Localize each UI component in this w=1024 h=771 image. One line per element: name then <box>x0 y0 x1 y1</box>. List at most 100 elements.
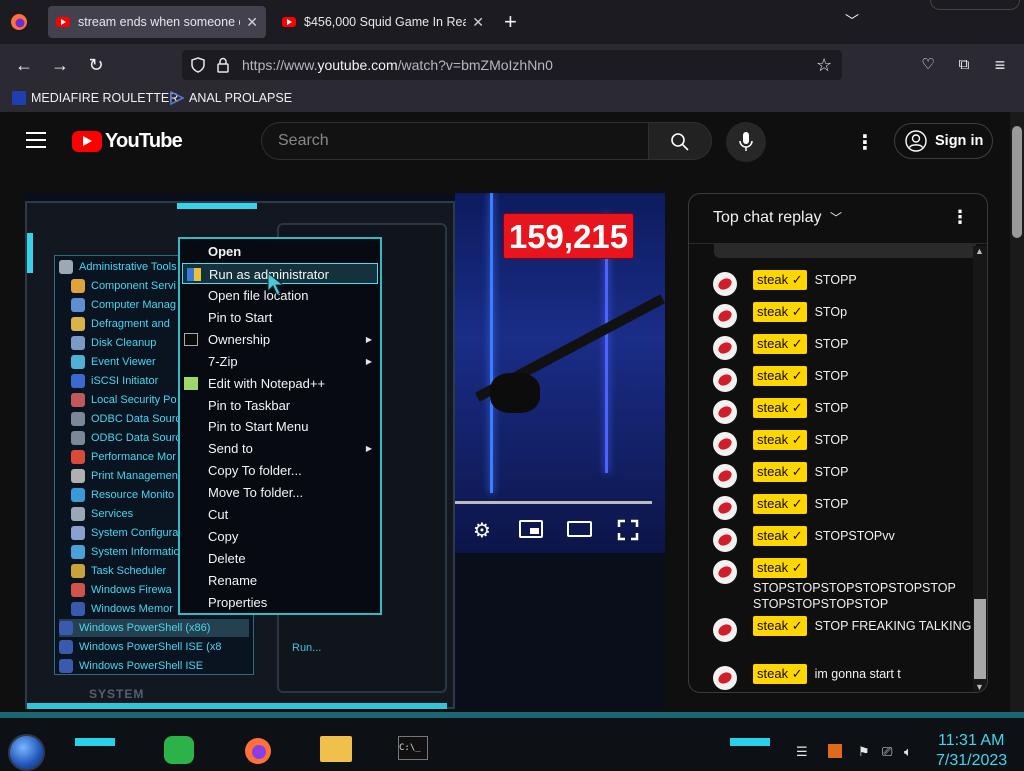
show-desktop-icon[interactable]: ☰ <box>796 744 808 760</box>
chat-avatar-steak-icon[interactable] <box>713 432 737 456</box>
new-tab-button[interactable]: + <box>504 9 517 35</box>
reload-icon[interactable]: ↻ <box>82 52 110 78</box>
forward-arrow-icon[interactable]: → <box>46 52 74 78</box>
chat-message[interactable]: steak ✓ STOP <box>713 398 979 424</box>
admin-tool-item[interactable]: Services <box>71 505 133 523</box>
volume-icon[interactable]: 🔈︎ <box>904 744 912 760</box>
clock-date[interactable]: 7/31/2023 <box>936 752 1007 770</box>
chat-avatar-steak-icon[interactable] <box>713 304 737 328</box>
chat-message[interactable]: steak ✓ STOP <box>713 494 979 520</box>
chat-avatar-steak-icon[interactable] <box>713 272 737 296</box>
admin-tool-item[interactable]: ODBC Data Sourc <box>71 410 181 428</box>
chat-author-badge[interactable]: steak ✓ <box>753 462 807 482</box>
action-center-flag-icon[interactable]: ⚑ <box>858 744 870 760</box>
chat-author-badge[interactable]: steak ✓ <box>753 302 807 322</box>
bookmark-second[interactable]: ANAL PROLAPSE <box>170 91 292 105</box>
context-menu-item[interactable]: Copy To folder... <box>180 460 380 481</box>
admin-tools-header[interactable]: Administrative Tools <box>59 258 177 276</box>
taskbar-command-prompt-icon[interactable]: C:\_ <box>398 736 428 760</box>
chat-message[interactable]: steak ✓ STOP <box>713 462 979 488</box>
firefox-view-icon[interactable] <box>10 13 28 31</box>
context-menu-item[interactable]: Send to ▶ <box>180 438 380 459</box>
chat-author-badge[interactable]: steak ✓ <box>753 430 807 450</box>
miniplayer-icon[interactable] <box>519 520 543 538</box>
video-progress-bar[interactable] <box>455 501 652 504</box>
chat-author-badge[interactable]: steak ✓ <box>753 664 807 684</box>
admin-tool-item[interactable]: Windows PowerShell ISE <box>59 657 203 675</box>
admin-tool-item[interactable]: Computer Manag <box>71 296 176 314</box>
back-arrow-icon[interactable]: ← <box>10 52 38 78</box>
chat-message[interactable]: steak ✓ STOPP <box>713 270 979 296</box>
taskbar-app-green-icon[interactable] <box>164 736 194 764</box>
context-menu-item[interactable]: Properties <box>180 592 380 613</box>
admin-tool-item[interactable]: System Configura <box>71 524 178 542</box>
chat-author-badge[interactable]: steak ✓ <box>753 616 807 636</box>
chat-author-badge[interactable]: steak ✓ <box>753 494 807 514</box>
tab-stream-ends[interactable]: stream ends when someone cal ✕ <box>48 6 266 38</box>
chat-mode-dropdown[interactable]: Top chat replay ﹀ <box>713 209 842 227</box>
clock-time[interactable]: 11:31 AM <box>938 732 1004 750</box>
lock-icon[interactable] <box>216 57 230 73</box>
taskbar-firefox-icon[interactable] <box>242 736 276 766</box>
chat-message[interactable]: steak ✓ STOP FREAKING TALKING <box>713 616 979 642</box>
tab-close-icon[interactable]: ✕ <box>246 14 258 31</box>
admin-tool-item[interactable]: Component Servi <box>71 277 176 295</box>
tab-squid-game[interactable]: $456,000 Squid Game In Real Li ✕ <box>274 6 492 38</box>
shield-tracking-icon[interactable] <box>190 57 206 73</box>
admin-tool-item[interactable]: Event Viewer <box>71 353 156 371</box>
chat-avatar-steak-icon[interactable] <box>713 464 737 488</box>
context-menu-item[interactable]: Move To folder... <box>180 482 380 503</box>
admin-tool-item[interactable]: Task Scheduler <box>71 562 166 580</box>
search-input[interactable]: Search <box>261 122 649 160</box>
page-scrollbar-thumb[interactable] <box>1012 126 1022 238</box>
chat-author-badge[interactable]: steak ✓ <box>753 270 807 290</box>
bookmark-mediafire[interactable]: MEDIAFIRE ROULETTER <box>12 91 178 105</box>
chat-author-badge[interactable]: steak ✓ <box>753 366 807 386</box>
admin-tool-item[interactable]: Performance Mor <box>71 448 176 466</box>
admin-tool-item[interactable]: System Informatio <box>71 543 180 561</box>
chat-author-badge[interactable]: steak ✓ <box>753 526 807 546</box>
chat-avatar-steak-icon[interactable] <box>713 618 737 642</box>
admin-tool-item[interactable]: Windows Memor <box>71 600 173 618</box>
chat-avatar-steak-icon[interactable] <box>713 368 737 392</box>
chat-author-badge[interactable]: steak ✓ <box>753 558 807 578</box>
start-button[interactable] <box>8 734 45 771</box>
settings-gear-icon[interactable]: ⚙ <box>473 518 491 543</box>
network-icon[interactable]: ⎚ <box>882 744 892 760</box>
admin-tool-item[interactable]: iSCSI Initiator <box>71 372 158 390</box>
context-menu-item[interactable]: Rename <box>180 570 380 591</box>
theater-mode-icon[interactable] <box>567 521 592 537</box>
admin-tool-item[interactable]: Local Security Po <box>71 391 177 409</box>
chat-avatar-steak-icon[interactable] <box>713 528 737 552</box>
chat-scroll-up-icon[interactable]: ▲ <box>975 246 984 256</box>
taskbar-file-explorer-icon[interactable] <box>320 736 352 762</box>
context-menu-item[interactable]: Ownership ▶ <box>180 329 380 350</box>
context-menu-item[interactable]: Delete <box>180 548 380 569</box>
context-menu-item[interactable]: Open <box>180 241 380 262</box>
search-button[interactable] <box>648 122 712 160</box>
admin-tool-item[interactable]: ODBC Data Sourc <box>71 429 181 447</box>
chat-author-badge[interactable]: steak ✓ <box>753 334 807 354</box>
chat-message[interactable]: steak ✓ im gonna start t <box>713 664 979 690</box>
chat-avatar-steak-icon[interactable] <box>713 336 737 360</box>
tray-app-icon[interactable] <box>828 744 842 758</box>
settings-more-icon[interactable]: ⋮ <box>855 130 875 155</box>
chat-avatar-steak-icon[interactable] <box>713 560 737 584</box>
context-menu-item[interactable]: Copy <box>180 526 380 547</box>
admin-tool-item[interactable]: Windows PowerShell (x86) <box>59 619 249 637</box>
list-all-tabs-chevron-icon[interactable]: ﹀ <box>845 11 859 31</box>
context-menu-item[interactable]: Pin to Start <box>180 307 380 328</box>
admin-tool-item[interactable]: Resource Monito <box>71 486 174 504</box>
voice-search-button[interactable] <box>726 122 766 162</box>
chat-message[interactable]: steak ✓ STOPSTOPvv <box>713 526 979 552</box>
admin-tool-item[interactable]: Disk Cleanup <box>71 334 156 352</box>
fullscreen-icon[interactable] <box>617 519 639 541</box>
chat-message[interactable]: steak ✓ STOPSTOPSTOPSTOPSTOPSTOP STOPSTOP… <box>713 558 979 612</box>
chat-avatar-steak-icon[interactable] <box>713 666 737 690</box>
admin-tool-item[interactable]: Windows Firewa <box>71 581 172 599</box>
url-text[interactable]: https://www.youtube.com/watch?v=bmZMoIzh… <box>242 50 553 80</box>
context-menu-item[interactable]: Cut <box>180 504 380 525</box>
admin-tool-item[interactable]: Print Managemen <box>71 467 178 485</box>
bookmark-star-icon[interactable]: ☆ <box>816 50 832 80</box>
chat-more-icon[interactable]: ⋮ <box>951 207 969 228</box>
